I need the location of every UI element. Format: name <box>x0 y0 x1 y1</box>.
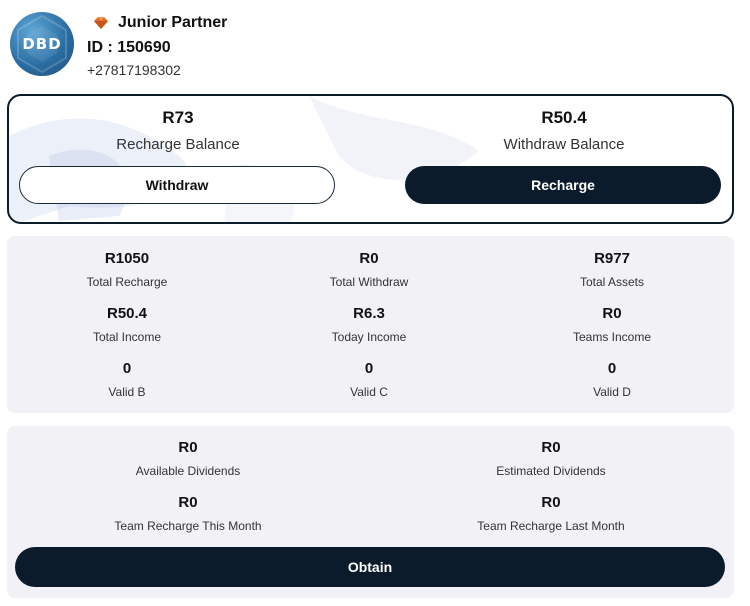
team-recharge-this-month: R0 Team Recharge This Month <box>38 494 338 533</box>
stat-total-income: R50.4 Total Income <box>27 305 227 344</box>
stat-value: R0 <box>602 305 622 322</box>
stat-total-recharge: R1050 Total Recharge <box>27 250 227 289</box>
dividends-panel: R0 Available Dividends R0 Estimated Divi… <box>7 426 734 598</box>
stat-label: Teams Income <box>572 330 652 344</box>
recharge-button[interactable]: Recharge <box>405 166 721 204</box>
stat-value: R50.4 <box>106 305 148 322</box>
stat-value: 0 <box>364 360 374 377</box>
stat-label: Valid D <box>593 385 631 399</box>
stat-valid-b: 0 Valid B <box>27 360 227 399</box>
stat-valid-c: 0 Valid C <box>269 360 469 399</box>
stat-total-assets: R977 Total Assets <box>512 250 712 289</box>
dividend-label: Available Dividends <box>135 464 241 478</box>
stat-label: Valid B <box>108 385 146 399</box>
dividend-value: R0 <box>178 494 198 511</box>
balance-card: R73 Recharge Balance R50.4 Withdraw Bala… <box>7 94 734 224</box>
stat-value: R977 <box>594 250 630 267</box>
phone-number: +27817198302 <box>87 62 181 78</box>
dividend-value: R0 <box>541 439 561 456</box>
withdraw-button[interactable]: Withdraw <box>19 166 335 204</box>
stat-value: 0 <box>122 360 132 377</box>
stat-label: Total Income <box>92 330 162 344</box>
rank-row: Junior Partner <box>92 13 227 33</box>
stat-label: Valid C <box>350 385 388 399</box>
withdraw-balance: R50.4 Withdraw Balance <box>404 108 724 153</box>
withdraw-balance-value: R50.4 <box>541 108 587 127</box>
stat-label: Total Withdraw <box>329 275 409 289</box>
recharge-balance-value: R73 <box>162 108 194 127</box>
stat-teams-income: R0 Teams Income <box>512 305 712 344</box>
user-id: ID : 150690 <box>87 39 171 56</box>
dividend-label: Team Recharge This Month <box>114 519 262 533</box>
stat-label: Today Income <box>331 330 407 344</box>
team-recharge-last-month: R0 Team Recharge Last Month <box>401 494 701 533</box>
dividend-value: R0 <box>541 494 561 511</box>
obtain-button[interactable]: Obtain <box>15 547 725 587</box>
account-stats-panel: R1050 Total Recharge R0 Total Withdraw R… <box>7 236 734 413</box>
recharge-balance: R73 Recharge Balance <box>18 108 338 153</box>
stat-today-income: R6.3 Today Income <box>269 305 469 344</box>
app-logo: DBD <box>10 12 74 76</box>
logo-text: DBD <box>22 35 62 53</box>
dividend-value: R0 <box>178 439 198 456</box>
dividend-label: Estimated Dividends <box>496 464 606 478</box>
stat-label: Total Assets <box>579 275 645 289</box>
stat-value: 0 <box>607 360 617 377</box>
stat-value: R0 <box>359 250 379 267</box>
stat-label: Total Recharge <box>86 275 168 289</box>
stat-valid-d: 0 Valid D <box>512 360 712 399</box>
stat-total-withdraw: R0 Total Withdraw <box>269 250 469 289</box>
stat-value: R1050 <box>104 250 150 267</box>
withdraw-balance-label: Withdraw Balance <box>503 136 625 153</box>
gem-icon <box>94 17 108 29</box>
available-dividends: R0 Available Dividends <box>38 439 338 478</box>
estimated-dividends: R0 Estimated Dividends <box>401 439 701 478</box>
dividend-label: Team Recharge Last Month <box>477 519 625 533</box>
rank-title: Junior Partner <box>118 14 228 31</box>
recharge-balance-label: Recharge Balance <box>116 136 240 153</box>
profile-header: DBD Junior Partner ID : 150690 +27817198… <box>0 0 750 90</box>
stat-value: R6.3 <box>353 305 385 322</box>
